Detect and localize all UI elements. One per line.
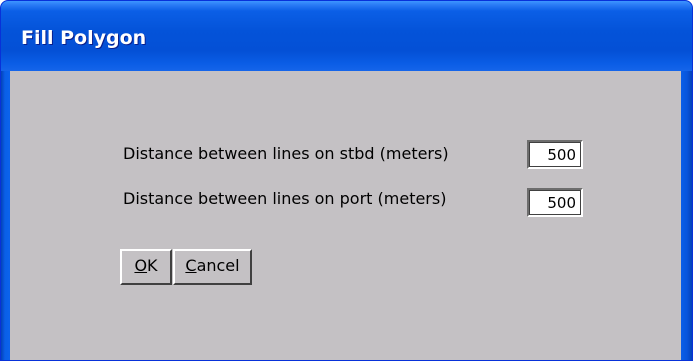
cancel-label-rest: ancel [196, 256, 240, 275]
stbd-distance-input[interactable] [530, 143, 580, 166]
window-title: Fill Polygon [21, 27, 147, 49]
stbd-distance-field[interactable] [527, 140, 583, 169]
ok-label-rest: K [147, 256, 158, 275]
stbd-distance-label: Distance between lines on stbd (meters) [123, 144, 449, 163]
port-distance-label: Distance between lines on port (meters) [123, 189, 447, 208]
window-frame-right [681, 71, 692, 360]
port-distance-input[interactable] [530, 191, 580, 214]
window-frame-left [1, 71, 10, 360]
dialog-body: Distance between lines on stbd (meters) … [10, 71, 681, 360]
ok-button[interactable]: OK [120, 249, 172, 285]
title-bar[interactable]: Fill Polygon [1, 1, 692, 71]
cancel-mnemonic: C [185, 256, 197, 275]
ok-mnemonic: O [134, 256, 148, 275]
port-distance-field[interactable] [527, 188, 583, 217]
dialog-window: Fill Polygon Distance between lines on s… [0, 0, 693, 361]
cancel-button[interactable]: Cancel [173, 249, 252, 285]
